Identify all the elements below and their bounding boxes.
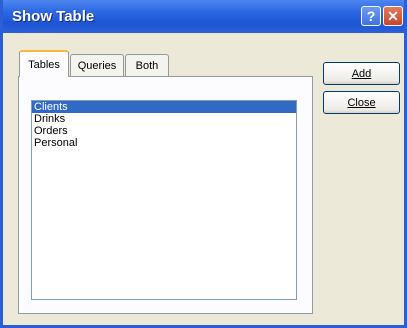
list-item-drinks[interactable]: Drinks [32, 113, 296, 125]
add-button[interactable]: Add [323, 62, 400, 85]
tab-both[interactable]: Both [125, 54, 169, 76]
list-item-orders[interactable]: Orders [32, 125, 296, 137]
title-bar[interactable]: Show Table ? ✕ [3, 0, 404, 33]
show-table-dialog: Show Table ? ✕ Tables Queries Both Clien… [0, 0, 407, 328]
tab-queries[interactable]: Queries [70, 54, 124, 76]
list-item-clients[interactable]: Clients [32, 101, 296, 113]
question-mark-icon: ? [366, 8, 376, 24]
table-listbox[interactable]: Clients Drinks Orders Personal [31, 100, 297, 300]
tab-tables[interactable]: Tables [19, 50, 69, 77]
help-button[interactable]: ? [361, 6, 381, 26]
dialog-title: Show Table [12, 8, 95, 25]
close-button[interactable]: Close [323, 91, 400, 114]
close-window-button[interactable]: ✕ [383, 6, 403, 26]
close-icon: ✕ [387, 7, 399, 24]
list-item-personal[interactable]: Personal [32, 137, 296, 149]
